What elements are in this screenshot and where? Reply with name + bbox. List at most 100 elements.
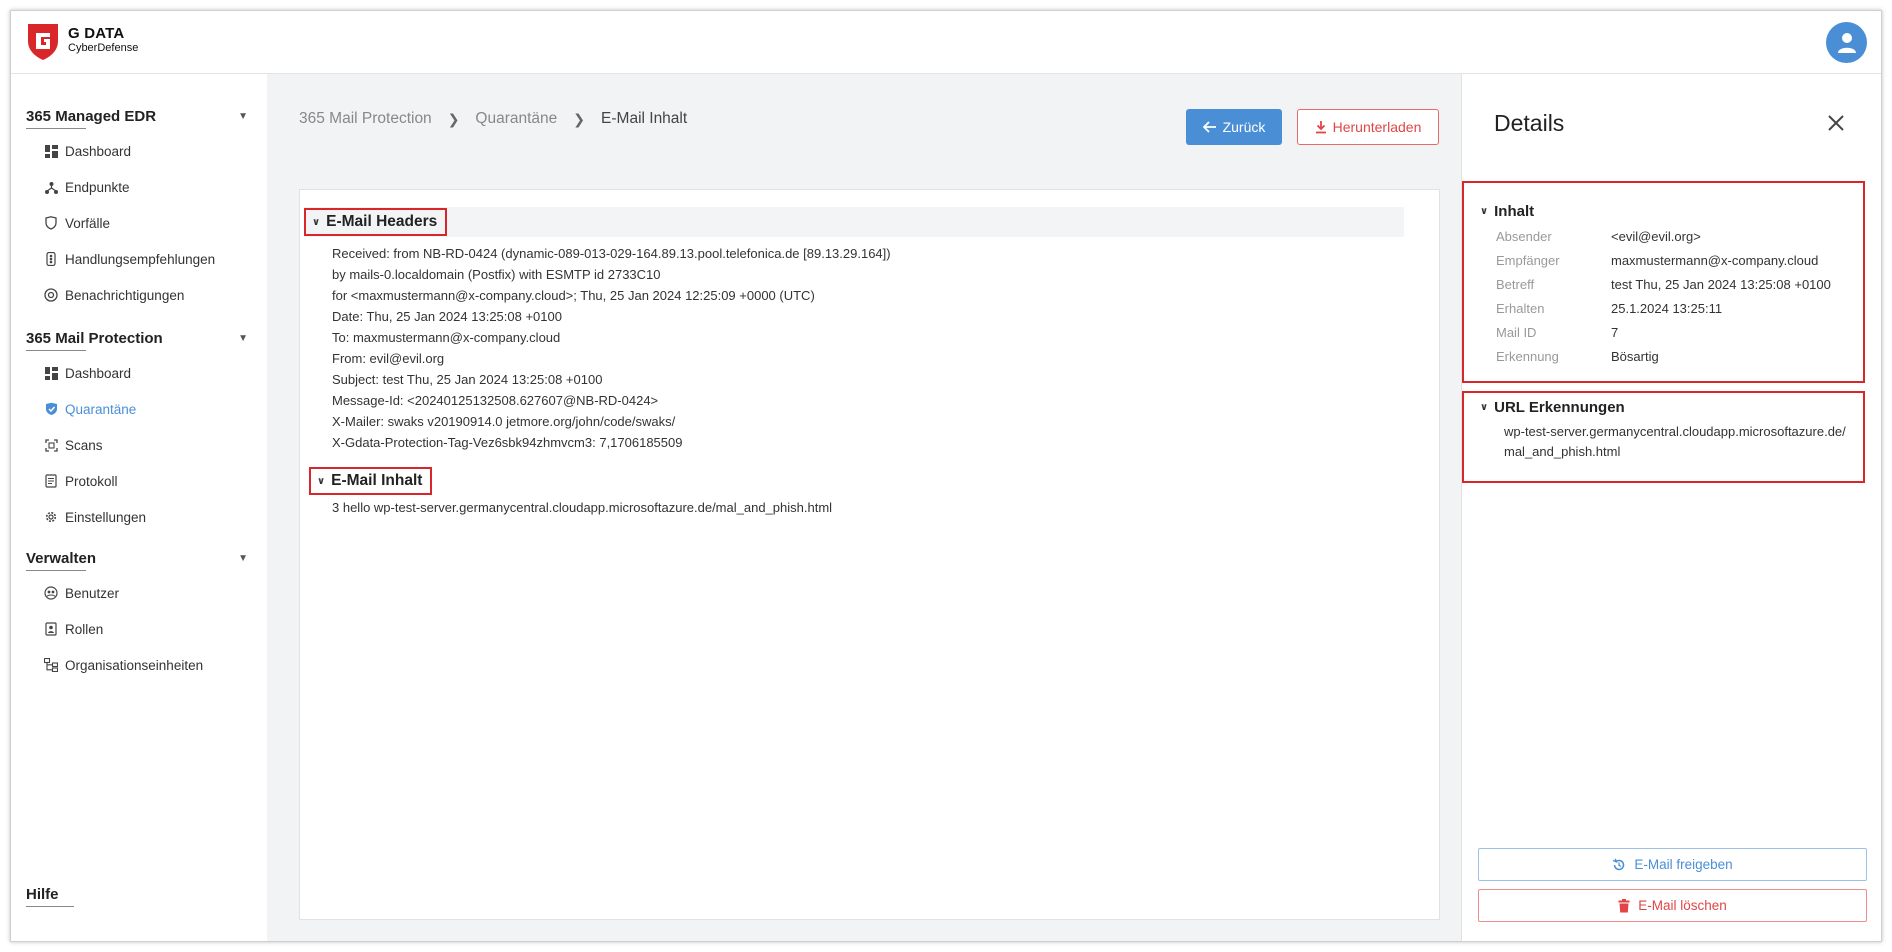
sidebar-section-verwalten: Verwalten ▼ Benutzer Rollen Organisation… bbox=[26, 550, 248, 683]
sidebar-item-protokoll[interactable]: Protokoll bbox=[26, 463, 248, 499]
restore-icon bbox=[1613, 858, 1625, 870]
header-line: Subject: test Thu, 25 Jan 2024 13:25:08 … bbox=[332, 372, 603, 387]
section-title: 365 Mail Protection bbox=[26, 330, 163, 347]
sidebar-item-edr-dashboard[interactable]: Dashboard bbox=[26, 133, 248, 169]
traffic-light-icon bbox=[43, 251, 59, 267]
section-toggle-verwalten[interactable]: Verwalten ▼ bbox=[26, 550, 248, 571]
gear-icon bbox=[43, 509, 59, 525]
section-toggle-mail[interactable]: 365 Mail Protection ▼ bbox=[26, 330, 248, 351]
breadcrumb-item[interactable]: Quarantäne bbox=[475, 110, 557, 128]
detail-value: 25.1.2024 13:25:11 bbox=[1611, 300, 1723, 316]
chevron-right-icon: ❯ bbox=[447, 110, 460, 127]
breadcrumb-current: E-Mail Inhalt bbox=[601, 110, 688, 127]
brand-logo[interactable]: G DATA CyberDefense bbox=[26, 21, 138, 61]
detail-value: Bösartig bbox=[1611, 348, 1659, 364]
chevron-right-icon: ❯ bbox=[573, 110, 586, 127]
details-panel: Details ∨ Inhalt Absender <evil@evil.org… bbox=[1461, 74, 1881, 941]
back-button[interactable]: Zurück bbox=[1186, 109, 1282, 145]
delete-email-button[interactable]: E-Mail löschen bbox=[1478, 889, 1867, 922]
trash-icon bbox=[1618, 898, 1630, 912]
id-badge-icon bbox=[43, 621, 59, 637]
url-section: ∨ URL Erkennungen wp-test-server.germany… bbox=[1462, 391, 1865, 483]
email-content-toggle[interactable]: ∨ E-Mail Inhalt bbox=[309, 467, 433, 495]
sidebar-item-vorfaelle[interactable]: Vorfälle bbox=[26, 205, 248, 241]
sidebar-item-label: Rollen bbox=[65, 621, 104, 637]
users-icon bbox=[43, 585, 59, 601]
sidebar-item-label: Protokoll bbox=[65, 473, 118, 489]
detail-value: test Thu, 25 Jan 2024 13:25:08 +0100 bbox=[1611, 276, 1831, 292]
email-headers-toggle[interactable]: ∨ E-Mail Headers bbox=[304, 208, 448, 236]
sidebar-item-label: Benutzer bbox=[65, 585, 120, 601]
sidebar-item-endpunkte[interactable]: Endpunkte bbox=[26, 169, 248, 205]
release-label: E-Mail freigeben bbox=[1634, 857, 1733, 872]
breadcrumb: 365 Mail Protection ❯ Quarantäne ❯ E-Mai… bbox=[299, 110, 687, 128]
detected-url[interactable]: wp-test-server.germanycentral.cloudapp.m… bbox=[1504, 422, 1849, 462]
header-line: From: evil@evil.org bbox=[332, 351, 445, 366]
header-line: To: maxmustermann@x-company.cloud bbox=[332, 330, 561, 345]
sidebar-item-organisationseinheiten[interactable]: Organisationseinheiten bbox=[26, 647, 248, 683]
details-title: Details bbox=[1494, 110, 1565, 136]
dashboard-icon bbox=[43, 365, 59, 381]
email-body: 3 hello wp-test-server.germanycentral.cl… bbox=[332, 500, 833, 515]
detail-value: <evil@evil.org> bbox=[1611, 228, 1701, 244]
chevron-down-icon: ∨ bbox=[317, 475, 326, 487]
sidebar-item-scans[interactable]: Scans bbox=[26, 427, 248, 463]
headers-row bbox=[304, 207, 1404, 237]
detail-value: 7 bbox=[1611, 324, 1619, 340]
scan-icon bbox=[43, 437, 59, 453]
chevron-down-icon: ∨ bbox=[312, 216, 321, 228]
email-headers-title: E-Mail Headers bbox=[326, 213, 438, 230]
sidebar-item-handlungsempfehlungen[interactable]: Handlungsempfehlungen bbox=[26, 241, 248, 277]
breadcrumb-item[interactable]: 365 Mail Protection bbox=[299, 110, 432, 128]
header-line: Date: Thu, 25 Jan 2024 13:25:08 +0100 bbox=[332, 309, 562, 324]
sidebar-item-quarantaene[interactable]: Quarantäne bbox=[26, 391, 248, 427]
header-line: for <maxmustermann@x-company.cloud>; Thu… bbox=[332, 288, 815, 303]
detail-row-mail-id: Mail ID 7 bbox=[1496, 320, 1863, 344]
log-icon bbox=[43, 473, 59, 489]
sidebar-item-label: Organisationseinheiten bbox=[65, 657, 204, 673]
sidebar-item-einstellungen[interactable]: Einstellungen bbox=[26, 499, 248, 535]
detail-key: Mail ID bbox=[1496, 324, 1537, 340]
inhalt-toggle[interactable]: ∨ Inhalt bbox=[1480, 203, 1863, 220]
detail-key: Erkennung bbox=[1496, 348, 1559, 364]
detail-key: Absender bbox=[1496, 228, 1552, 244]
url-toggle[interactable]: ∨ URL Erkennungen bbox=[1480, 399, 1863, 416]
chevron-down-icon: ▼ bbox=[238, 111, 248, 122]
help-link[interactable]: Hilfe bbox=[26, 886, 74, 907]
chevron-down-icon: ▼ bbox=[238, 333, 248, 344]
section-toggle-edr[interactable]: 365 Managed EDR ▼ bbox=[26, 108, 248, 129]
sidebar: 365 Managed EDR ▼ Dashboard Endpunkte Vo… bbox=[11, 74, 267, 941]
inhalt-section: ∨ Inhalt Absender <evil@evil.org> Empfän… bbox=[1462, 181, 1865, 383]
download-icon bbox=[1315, 121, 1326, 134]
shield-icon bbox=[43, 215, 59, 231]
sidebar-section-mail: 365 Mail Protection ▼ Dashboard Quarantä… bbox=[26, 330, 248, 535]
sidebar-item-rollen[interactable]: Rollen bbox=[26, 611, 248, 647]
sidebar-item-benutzer[interactable]: Benutzer bbox=[26, 575, 248, 611]
detail-key: Empfänger bbox=[1496, 252, 1560, 268]
section-title: Verwalten bbox=[26, 550, 97, 567]
close-icon[interactable] bbox=[1827, 114, 1845, 132]
sidebar-item-benachrichtigungen[interactable]: Benachrichtigungen bbox=[26, 277, 248, 313]
user-avatar[interactable] bbox=[1826, 22, 1867, 63]
url-title: URL Erkennungen bbox=[1494, 399, 1625, 416]
detail-row-betreff: Betreff test Thu, 25 Jan 2024 13:25:08 +… bbox=[1496, 272, 1863, 296]
release-email-button[interactable]: E-Mail freigeben bbox=[1478, 848, 1867, 881]
chevron-down-icon: ∨ bbox=[1480, 402, 1489, 413]
email-content-card: ∨ E-Mail Headers Received: from NB-RD-04… bbox=[299, 189, 1440, 920]
sidebar-item-label: Einstellungen bbox=[65, 509, 147, 525]
header-line: X-Mailer: swaks v20190914.0 jetmore.org/… bbox=[332, 414, 676, 429]
brand-name: G DATA bbox=[68, 25, 125, 42]
top-bar: G DATA CyberDefense bbox=[11, 11, 1881, 74]
detail-row-empfaenger: Empfänger maxmustermann@x-company.cloud bbox=[1496, 248, 1863, 272]
sidebar-item-label: Dashboard bbox=[65, 365, 132, 381]
sidebar-item-label: Scans bbox=[65, 437, 103, 453]
email-content-title: E-Mail Inhalt bbox=[331, 472, 423, 489]
detail-value: maxmustermann@x-company.cloud bbox=[1611, 252, 1819, 268]
sidebar-item-label: Quarantäne bbox=[65, 401, 137, 417]
detail-row-absender: Absender <evil@evil.org> bbox=[1496, 224, 1863, 248]
download-label: Herunterladen bbox=[1332, 119, 1422, 135]
download-button[interactable]: Herunterladen bbox=[1297, 109, 1439, 145]
arrow-left-icon bbox=[1202, 121, 1216, 133]
sidebar-item-mail-dashboard[interactable]: Dashboard bbox=[26, 355, 248, 391]
section-title: 365 Managed EDR bbox=[26, 108, 157, 125]
